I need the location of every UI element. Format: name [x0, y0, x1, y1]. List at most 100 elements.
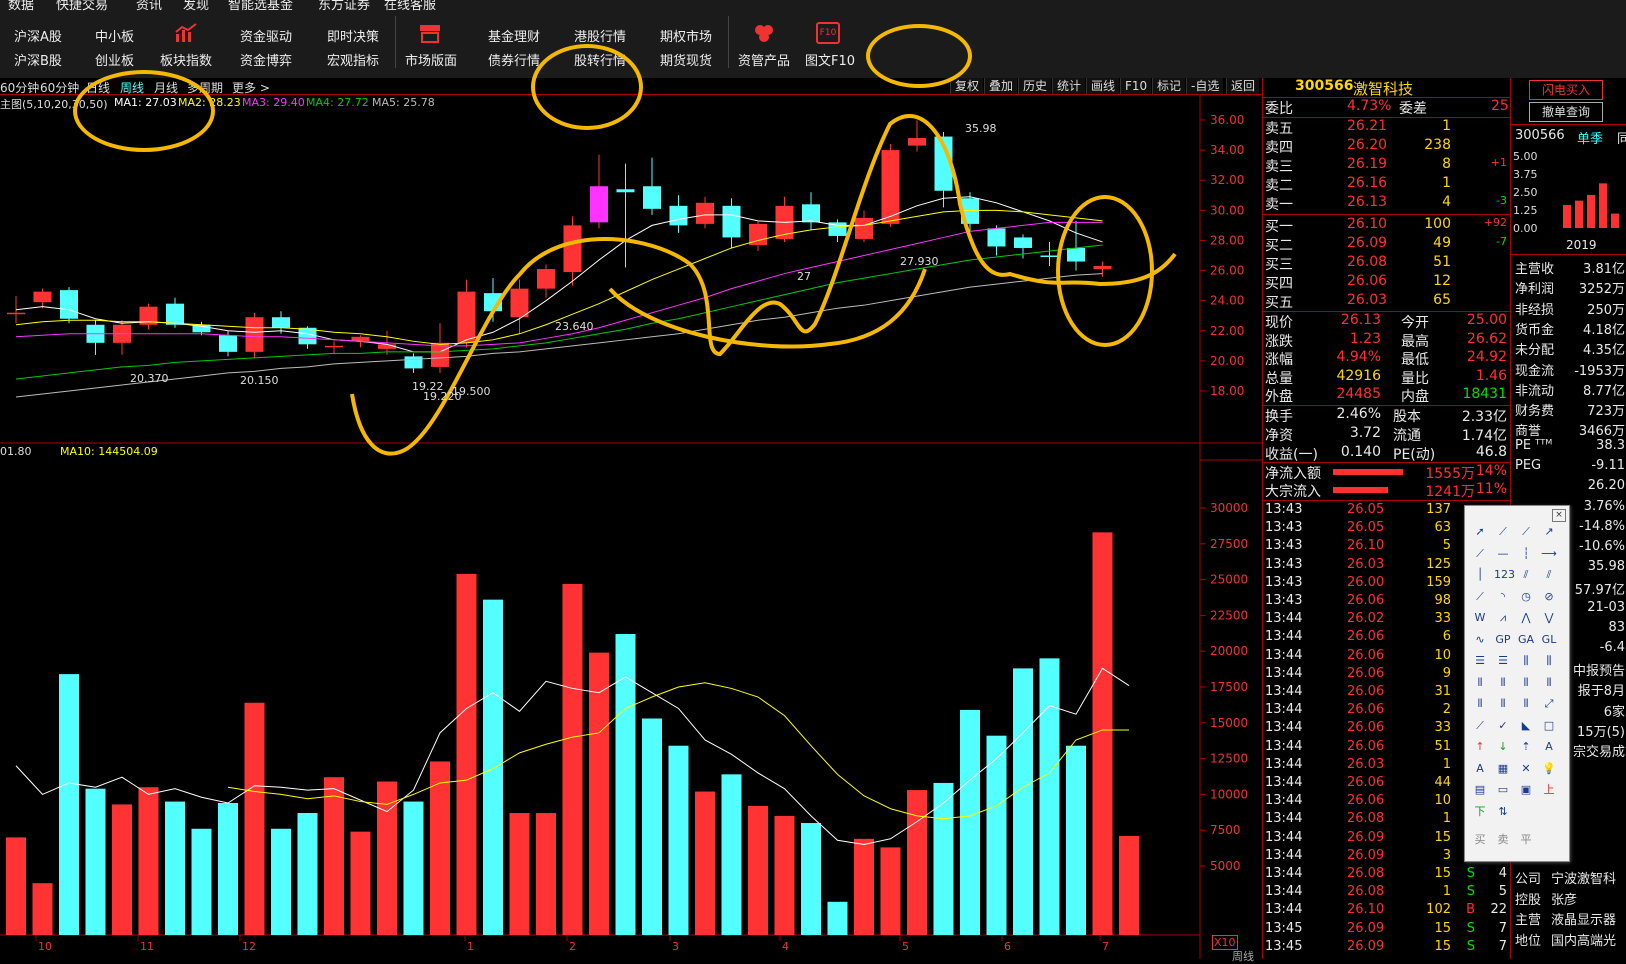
up-mark-icon[interactable]: 上	[1540, 782, 1558, 798]
gl-icon[interactable]: GL	[1540, 632, 1558, 648]
tool-fuquan[interactable]: 复权	[950, 78, 984, 94]
tool-history[interactable]: 历史	[1018, 78, 1052, 94]
T-mark-icon[interactable]: 下	[1471, 804, 1489, 820]
x-icon[interactable]: ✕	[1517, 761, 1535, 777]
bars2-icon[interactable]: ⦀	[1494, 675, 1512, 691]
zigzag2-icon[interactable]: ⋁	[1540, 610, 1558, 626]
wave2-icon[interactable]: ⋀	[1517, 610, 1535, 626]
h-ray-icon[interactable]: ⟶	[1540, 546, 1558, 562]
menu-cut-2[interactable]: 资讯	[136, 0, 162, 13]
circle-icon[interactable]: ◷	[1517, 589, 1535, 605]
tool-mark[interactable]: 标记	[1152, 78, 1186, 94]
tick-row[interactable]: 13:44 26.10 102 B 22	[1263, 902, 1511, 920]
bars3-icon[interactable]: ⦀	[1517, 675, 1535, 691]
fan-icon[interactable]: ⟋	[1471, 718, 1489, 734]
tool-draw[interactable]: 画线	[1086, 78, 1120, 94]
tri-arrow-icon[interactable]: ⇡	[1517, 739, 1535, 755]
123-icon[interactable]: 123	[1494, 567, 1515, 583]
bars7-icon[interactable]: ⦀	[1517, 696, 1535, 712]
drawing-toolbar[interactable]: × ➚ ⟋ ⟋ ↗ ⟋ — ┆ ⟶ │ 123 ⫽ ⫽ ⟋ ◝ ◷ ⊘ W ⩘ ⋀ ⋁ ∿ GP GA GL ☰ ☰ ⫼ ⫼ ⦀ ⦀ ⦀ ⦀ ⦀…	[1464, 505, 1570, 862]
menu-sme[interactable]: 中小板	[95, 26, 134, 45]
cancel-query-button[interactable]: 撤单查询	[1529, 102, 1603, 122]
A-icon[interactable]: A	[1540, 739, 1558, 755]
list-icon[interactable]: ▤	[1471, 782, 1489, 798]
menu-fund-game[interactable]: 资金博弈	[240, 50, 292, 69]
menu-cut-3[interactable]: 发现	[183, 0, 209, 13]
bulb-icon[interactable]: 💡	[1540, 761, 1558, 777]
fib2-icon[interactable]: ☰	[1494, 653, 1512, 669]
menu-cut-5[interactable]: 东方证券	[318, 0, 370, 13]
fib3-icon[interactable]: ⫼	[1517, 653, 1535, 669]
tick-row[interactable]: 13:44 26.08 1 S 5	[1263, 884, 1511, 902]
tick-row[interactable]: 13:45 26.09 15 S 7	[1263, 939, 1511, 957]
wave-icon[interactable]: W	[1471, 610, 1489, 626]
bars5-icon[interactable]: ⦀	[1471, 696, 1489, 712]
asset-mgmt-icon[interactable]	[752, 22, 776, 44]
ray-icon[interactable]: ⟋	[1517, 524, 1535, 540]
tool-f10[interactable]: F10	[1120, 78, 1152, 94]
A2-icon[interactable]: A	[1471, 761, 1489, 777]
fib1-icon[interactable]: ☰	[1471, 653, 1489, 669]
ask-row[interactable]: 卖二 26.16 1	[1263, 175, 1511, 194]
bid-row[interactable]: 买五 26.03 65	[1263, 292, 1511, 311]
flat-mark-button[interactable]: 平	[1517, 832, 1535, 848]
menu-fund-drive[interactable]: 资金驱动	[240, 26, 292, 45]
parallel2-icon[interactable]: ⫽	[1540, 567, 1558, 583]
menu-macro[interactable]: 宏观指标	[327, 50, 379, 69]
arrow-line-icon[interactable]: ↗	[1540, 524, 1558, 540]
menu-cut-1[interactable]: 快捷交易	[56, 0, 108, 13]
ask-row[interactable]: 卖四 26.20 238	[1263, 137, 1511, 156]
ga-icon[interactable]: GA	[1517, 632, 1535, 648]
tool-stats[interactable]: 统计	[1052, 78, 1086, 94]
tool-overlay[interactable]: 叠加	[984, 78, 1018, 94]
wave3-icon[interactable]: ∿	[1471, 632, 1489, 648]
menu-sector-index[interactable]: 板块指数	[160, 50, 212, 69]
rect-icon[interactable]: □	[1540, 718, 1558, 734]
fib4-icon[interactable]: ⫼	[1540, 653, 1558, 669]
sector-index-icon[interactable]	[174, 22, 198, 44]
tick-row[interactable]: 13:45 26.09 15 S 7	[1263, 921, 1511, 939]
same-tab[interactable]: 同	[1617, 128, 1626, 147]
bid-row[interactable]: 买四 26.06 12	[1263, 273, 1511, 292]
buy-mark-button[interactable]: 买	[1471, 832, 1489, 848]
menu-cut-6[interactable]: 在线客服	[384, 0, 436, 13]
season-tab[interactable]: 单季	[1577, 128, 1603, 147]
up-arrow-icon[interactable]: ↑	[1471, 739, 1489, 755]
ask-row[interactable]: 卖五 26.21 1	[1263, 118, 1511, 137]
box-icon[interactable]: ▣	[1517, 782, 1535, 798]
close-icon[interactable]: ×	[1552, 509, 1566, 522]
menu-hs-b[interactable]: 沪深B股	[14, 50, 62, 69]
menu-f10[interactable]: 图文F10	[805, 50, 855, 69]
v-line-icon[interactable]: │	[1471, 567, 1489, 583]
menu-asset-mgmt[interactable]: 资管产品	[738, 50, 790, 69]
menu-market-layout[interactable]: 市场版面	[405, 50, 457, 69]
square-icon[interactable]: ▦	[1494, 761, 1512, 777]
bid-row[interactable]: 买二 26.09 49 -7	[1263, 235, 1511, 254]
menu-cut-0[interactable]: 数据	[8, 0, 34, 13]
diag-icon[interactable]: ⤢	[1540, 696, 1558, 712]
menu-hk[interactable]: 港股行情	[574, 26, 626, 45]
tick-row[interactable]: 13:44 26.08 15 S 4	[1263, 866, 1511, 884]
menu-fund[interactable]: 基金理财	[488, 26, 540, 45]
flag-icon[interactable]: ◣	[1517, 718, 1535, 734]
up-down-icon[interactable]: ⇅	[1494, 804, 1512, 820]
cursor-icon[interactable]: ➚	[1471, 524, 1489, 540]
parallel-icon[interactable]: ⫽	[1517, 567, 1535, 583]
menu-bond[interactable]: 债券行情	[488, 50, 540, 69]
menu-hs-a[interactable]: 沪深A股	[14, 26, 62, 45]
bars6-icon[interactable]: ⦀	[1494, 696, 1512, 712]
ruler-icon[interactable]: ⟋	[1471, 589, 1489, 605]
f10-icon[interactable]: F10	[816, 22, 840, 44]
h-line-icon[interactable]: —	[1494, 546, 1512, 562]
menu-gem[interactable]: 创业板	[95, 50, 134, 69]
bid-row[interactable]: 买三 26.08 51	[1263, 254, 1511, 273]
sell-mark-button[interactable]: 卖	[1494, 832, 1512, 848]
line-icon[interactable]: ⟋	[1494, 524, 1512, 540]
ask-row[interactable]: 卖一 26.13 4 -3	[1263, 194, 1511, 213]
arc-icon[interactable]: ◝	[1494, 589, 1512, 605]
flash-buy-button[interactable]: 闪电买入	[1529, 80, 1603, 100]
check-icon[interactable]: ✓	[1494, 718, 1512, 734]
menu-instant[interactable]: 即时决策	[327, 26, 379, 45]
market-layout-icon[interactable]	[418, 22, 442, 44]
label-icon[interactable]: ▭	[1494, 782, 1512, 798]
